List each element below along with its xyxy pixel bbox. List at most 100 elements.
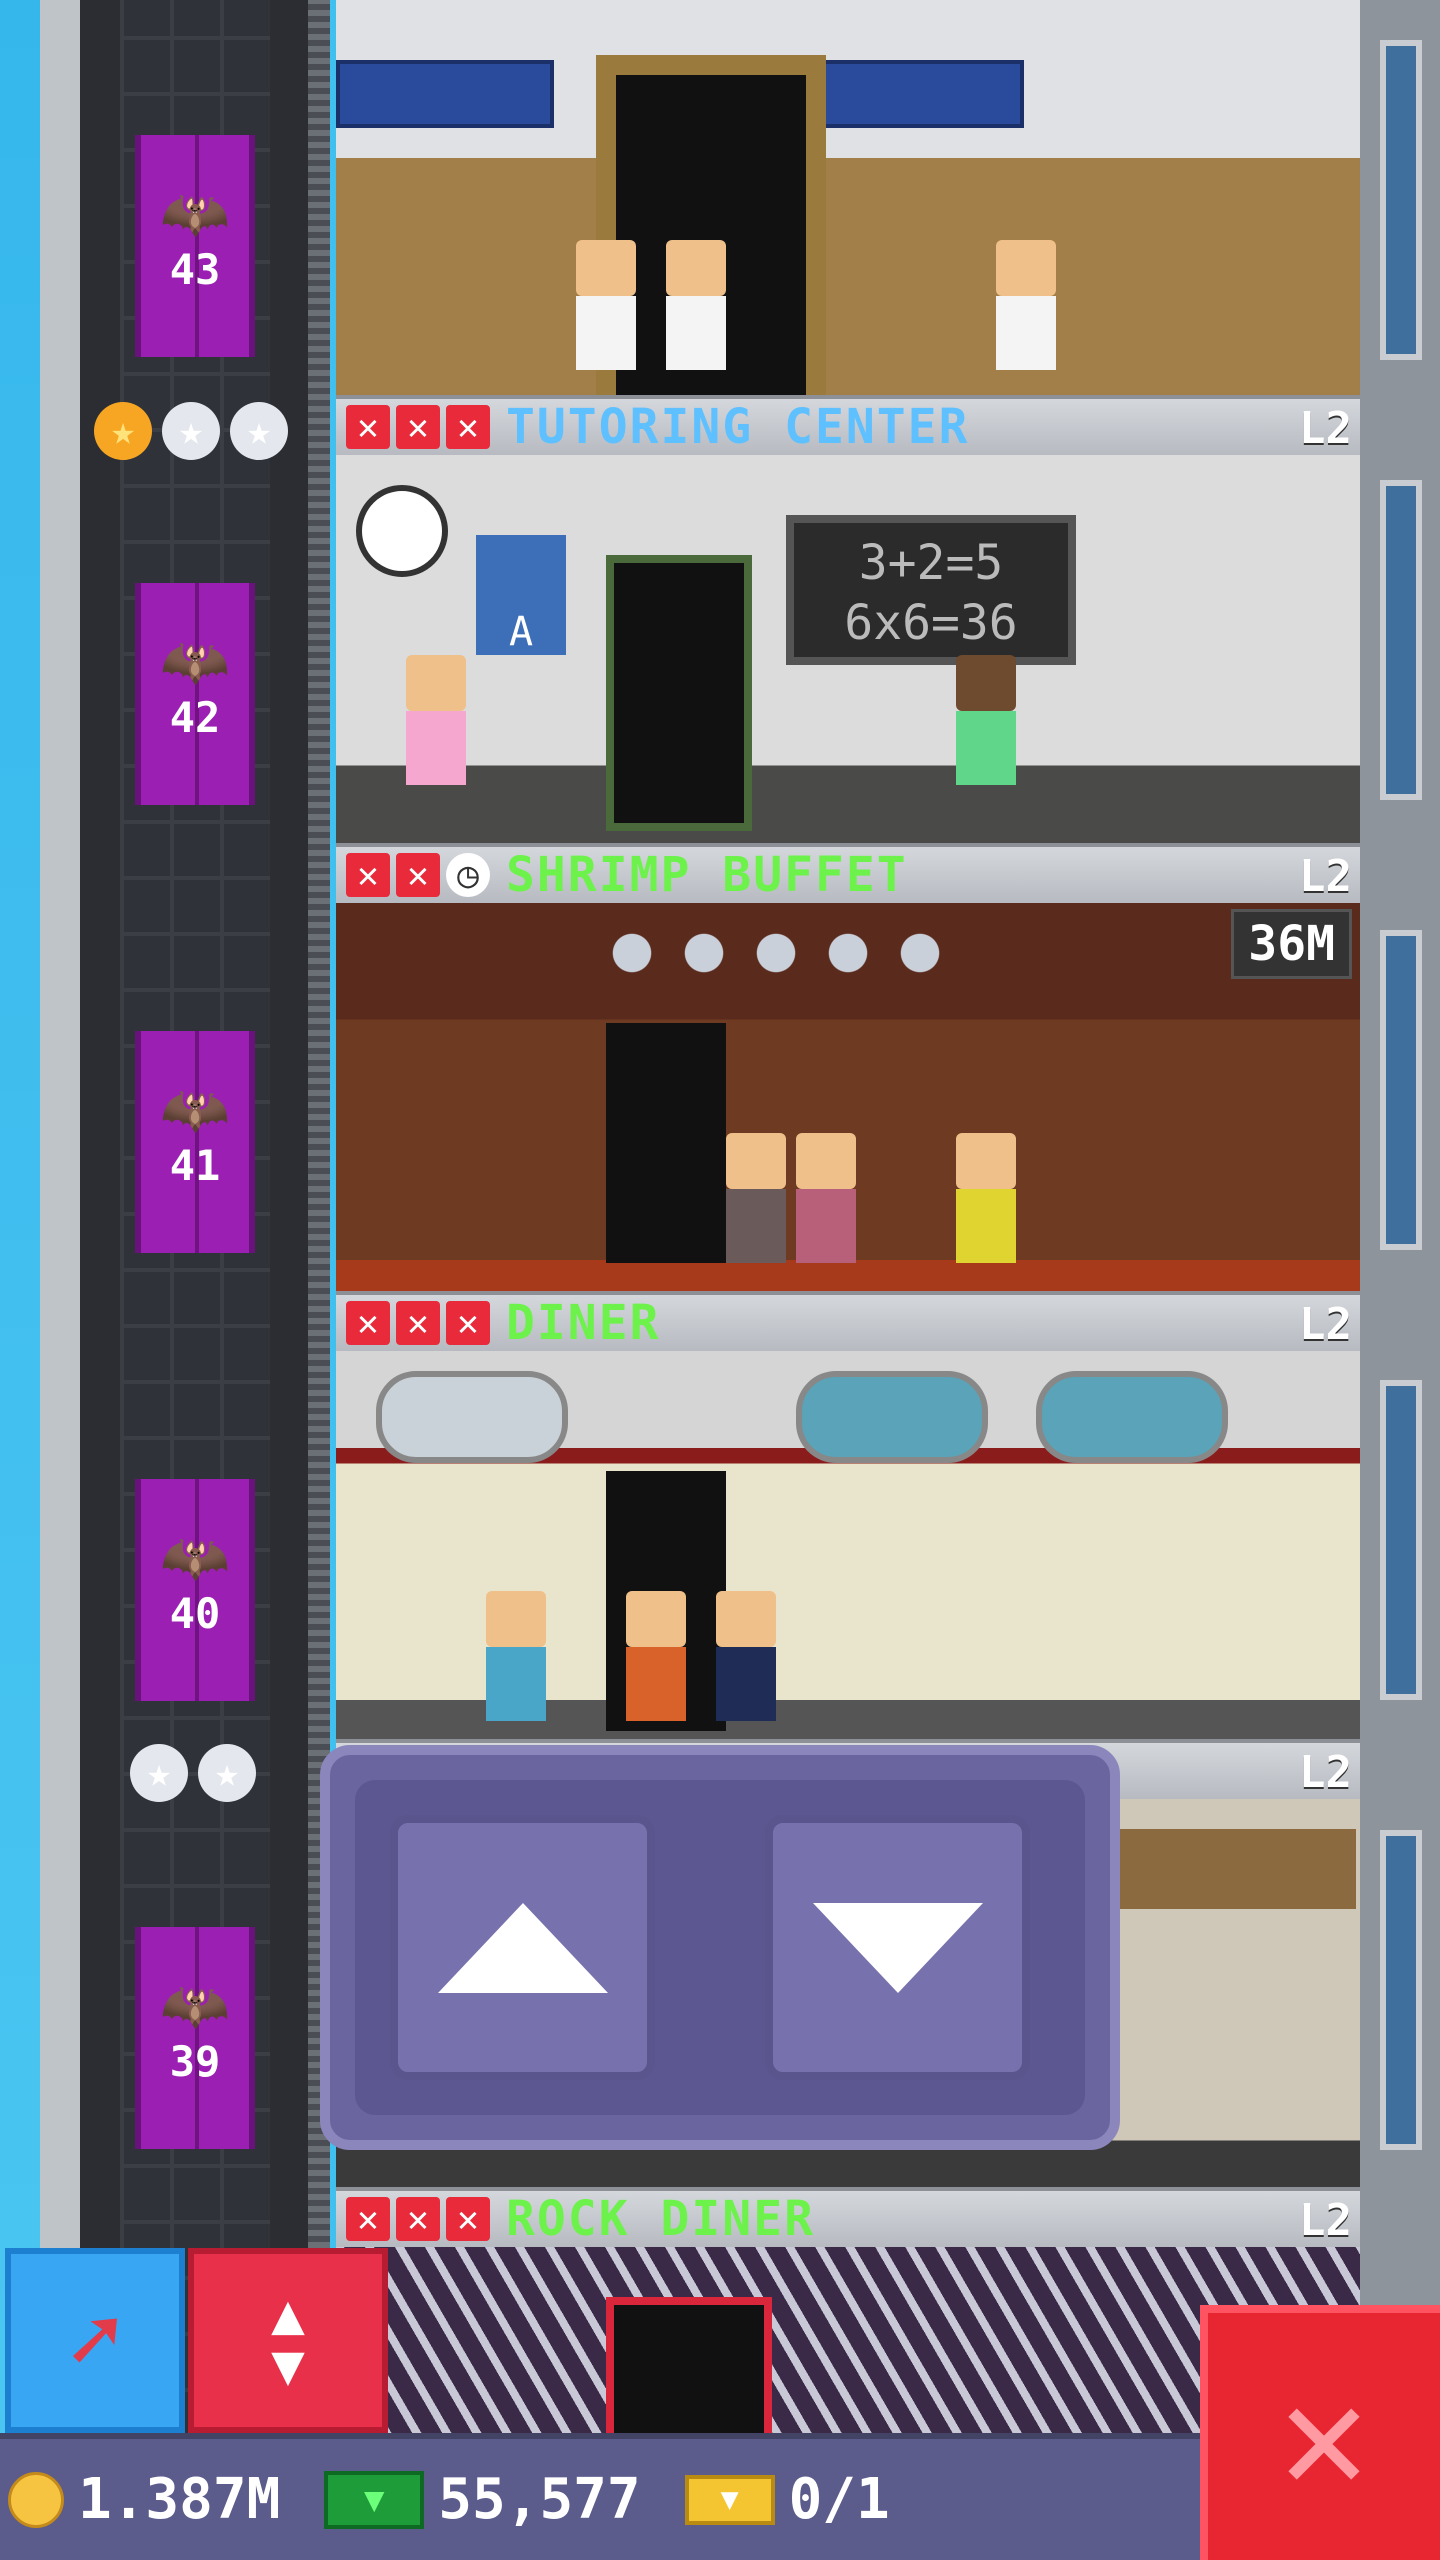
visitor	[796, 1133, 856, 1263]
floor-name: DINER	[506, 1295, 661, 1351]
floor-number: 39	[169, 2037, 221, 2086]
floor-title-bar: ✕ ✕ ◷ SHRIMP BUFFET L2	[336, 843, 1360, 903]
bat-icon: 🦇	[160, 1526, 230, 1591]
visitor	[956, 1133, 1016, 1263]
coins-amount: 1.387M	[78, 2467, 281, 2532]
bat-icon: 🦇	[160, 182, 230, 247]
bat-icon: 🦇	[160, 630, 230, 695]
unstocked-x-icon: ✕	[346, 853, 390, 897]
floor-number: 43	[169, 245, 221, 294]
floor-name: TUTORING CENTER	[506, 399, 970, 455]
unstocked-x-icon: ✕	[396, 853, 440, 897]
bat-icon: 🦇	[160, 1078, 230, 1143]
star-icon: ★	[198, 1744, 256, 1802]
unstocked-x-icon: ✕	[446, 2197, 490, 2241]
visitor	[726, 1133, 786, 1263]
elevator-floor-42[interactable]: 🦇 42	[135, 583, 255, 805]
floor-name: ROCK DINER	[506, 2191, 815, 2247]
unstocked-x-icon: ✕	[446, 1301, 490, 1345]
tickets-amount: 0/1	[788, 2467, 890, 2532]
window	[1380, 1380, 1422, 1700]
elevator-controls	[320, 1745, 1120, 2150]
door	[606, 2297, 772, 2437]
floor-43[interactable]	[336, 0, 1360, 395]
chalkboard-line: 3+2=5	[858, 535, 1004, 591]
floor-number: 40	[169, 1589, 221, 1638]
coin-icon	[8, 2471, 64, 2528]
stock-timer: 36M	[1231, 909, 1352, 979]
visitor	[956, 655, 1016, 785]
elevator-down-button[interactable]	[765, 1815, 1030, 2080]
elevator-floor-41[interactable]: 🦇 41	[135, 1031, 255, 1253]
floor-stars: ★ ★	[130, 1744, 256, 1802]
stocking-clock-icon: ◷	[446, 853, 490, 897]
star-icon: ★	[130, 1744, 188, 1802]
visitor	[406, 655, 466, 785]
room-shrimp-buffet: 36M	[336, 903, 1360, 1291]
floor-number: 41	[169, 1141, 221, 1190]
elevator-floor-43[interactable]: 🦇 43	[135, 135, 255, 357]
floor-number: 42	[169, 693, 221, 742]
tower-left-wall	[40, 0, 80, 2560]
apple-poster: A	[476, 535, 566, 655]
unstocked-x-icon: ✕	[396, 405, 440, 449]
unstocked-x-icon: ✕	[396, 1301, 440, 1345]
visitor	[626, 1591, 686, 1721]
floor-title-bar: ✕ ✕ ✕ DINER L2	[336, 1291, 1360, 1351]
tower-right-wall	[1360, 0, 1440, 2560]
arrow-up-icon	[437, 1902, 608, 1993]
star-icon: ★	[94, 402, 152, 460]
unstocked-x-icon: ✕	[396, 2197, 440, 2241]
elevator-floor-40[interactable]: 🦇 40	[135, 1479, 255, 1701]
unstocked-x-icon: ✕	[346, 1301, 390, 1345]
window	[1380, 480, 1422, 800]
floor-title-bar: ✕ ✕ ✕ ROCK DINER L2	[336, 2187, 1360, 2247]
elevator-floor-39[interactable]: 🦇 39	[135, 1927, 255, 2149]
close-button[interactable]: ✕	[1200, 2305, 1440, 2560]
elevator-rail	[308, 0, 330, 2560]
room-diner	[336, 1351, 1360, 1739]
room-dojo	[336, 0, 1360, 395]
currency-bar: 1.387M ▼ 55,577 ▼ 0/1	[0, 2433, 1200, 2560]
visitor	[666, 240, 726, 370]
tower-bux-icon: ▼	[324, 2470, 425, 2529]
chalkboard: 3+2=5 6x6=36	[786, 515, 1076, 665]
room-tutoring: A 3+2=5 6x6=36	[336, 455, 1360, 843]
window	[1380, 930, 1422, 1250]
door	[606, 555, 752, 831]
chalkboard-line: 6x6=36	[844, 595, 1018, 651]
elevator-shaft-bricks	[120, 0, 270, 2560]
bat-icon: 🦇	[160, 1974, 230, 2039]
visitor	[576, 240, 636, 370]
floor-level: L2	[1299, 851, 1352, 902]
floor-level: L2	[1299, 2195, 1352, 2246]
floor-level: L2	[1299, 403, 1352, 454]
visitor	[486, 1591, 546, 1721]
close-icon: ✕	[1278, 2349, 1370, 2524]
up-down-icon: ▲ ▼	[271, 2282, 305, 2398]
door	[606, 1023, 726, 1263]
window	[1380, 40, 1422, 360]
visitor	[996, 240, 1056, 370]
star-icon: ★	[162, 402, 220, 460]
floor-stars: ★ ★ ★	[94, 402, 288, 460]
plates-wall	[596, 923, 956, 983]
floor-40[interactable]: ✕ ✕ ✕ DINER L2	[336, 1291, 1360, 1739]
go-to-floor-button[interactable]: ➚	[5, 2248, 185, 2433]
star-icon: ★	[230, 402, 288, 460]
elevator-mode-button[interactable]: ▲ ▼	[188, 2248, 388, 2433]
floor-42[interactable]: ✕ ✕ ✕ TUTORING CENTER L2 A 3+2=5 6x6=36	[336, 395, 1360, 843]
clock-icon	[356, 485, 448, 577]
unstocked-x-icon: ✕	[346, 2197, 390, 2241]
bux-amount: 55,577	[438, 2467, 641, 2532]
floor-name: SHRIMP BUFFET	[506, 847, 908, 903]
visitor	[716, 1591, 776, 1721]
unstocked-x-icon: ✕	[346, 405, 390, 449]
elevator-up-button[interactable]	[390, 1815, 655, 2080]
floor-level: L2	[1299, 1747, 1352, 1798]
window	[1380, 1830, 1422, 2150]
ticket-icon: ▼	[684, 2474, 775, 2525]
unstocked-x-icon: ✕	[446, 405, 490, 449]
floor-level: L2	[1299, 1299, 1352, 1350]
floor-41[interactable]: ✕ ✕ ◷ SHRIMP BUFFET L2 36M	[336, 843, 1360, 1291]
